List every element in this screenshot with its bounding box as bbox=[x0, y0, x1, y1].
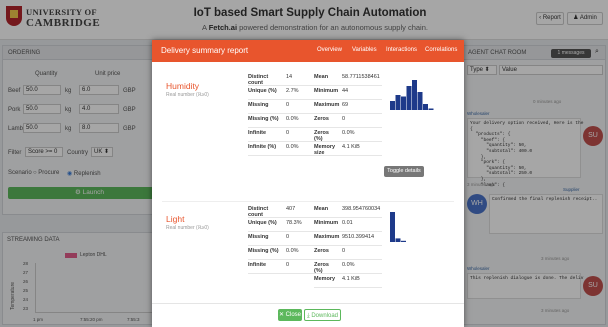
stat-separator bbox=[314, 273, 382, 274]
delivery-report-modal: Delivery summary report Overview Variabl… bbox=[152, 40, 464, 327]
stat-value: 9510.399414 bbox=[342, 234, 375, 240]
histogram-bar bbox=[390, 212, 395, 242]
stat-label: Minimum bbox=[314, 220, 339, 226]
histogram-bar bbox=[417, 92, 423, 110]
stat-label: Unique (%) bbox=[248, 220, 277, 226]
stat-value: 0.0% bbox=[342, 130, 355, 136]
stat-separator bbox=[314, 85, 382, 86]
variable-name: Light bbox=[166, 214, 185, 224]
stat-label: Missing (%) bbox=[248, 248, 279, 254]
stat-value: 58.7711538461 bbox=[342, 74, 380, 80]
humidity-histogram bbox=[390, 80, 434, 110]
variable-humidity: Humidity Real number (ℝ≥0) Toggle detail… bbox=[162, 70, 454, 180]
stat-separator bbox=[314, 99, 382, 100]
stat-label: Memory bbox=[314, 276, 336, 282]
stat-value: 0 bbox=[342, 248, 346, 254]
toggle-details-button[interactable]: Toggle details bbox=[384, 166, 424, 177]
histogram-bar bbox=[401, 96, 406, 110]
nav-overview[interactable]: Overview bbox=[317, 47, 342, 53]
stat-label: Maximum bbox=[314, 234, 340, 240]
modal-header: Delivery summary report Overview Variabl… bbox=[152, 40, 464, 62]
histogram-bar bbox=[406, 86, 412, 110]
stat-label: Infinite bbox=[248, 130, 267, 136]
stat-value: 0.01 bbox=[342, 220, 353, 226]
stat-separator bbox=[314, 113, 382, 114]
stat-value: 4.1 KiB bbox=[342, 276, 360, 282]
stat-separator bbox=[314, 259, 382, 260]
modal-title: Delivery summary report bbox=[161, 46, 249, 55]
stat-value: 44 bbox=[342, 88, 349, 94]
histogram-bar bbox=[390, 101, 395, 110]
stat-label: Zeros bbox=[314, 248, 329, 254]
histogram-bar bbox=[401, 240, 406, 242]
stat-separator bbox=[314, 127, 382, 128]
variable-type: Real number (ℝ≥0) bbox=[166, 225, 209, 231]
stat-label: Infinite bbox=[248, 262, 267, 268]
histogram-bar bbox=[423, 104, 428, 110]
histogram-bar bbox=[395, 95, 401, 110]
modal-body: Humidity Real number (ℝ≥0) Toggle detail… bbox=[162, 70, 454, 305]
stat-value: 398.954760034 bbox=[342, 206, 381, 212]
light-histogram bbox=[390, 212, 406, 242]
download-button[interactable]: ⤓ Download bbox=[304, 309, 341, 321]
stat-label: Mean bbox=[314, 206, 329, 212]
stat-value: 4.1 KiB bbox=[342, 144, 360, 150]
stat-value: 0 bbox=[342, 116, 346, 122]
stat-label: Missing bbox=[248, 234, 269, 240]
stat-label: Zeros bbox=[314, 116, 329, 122]
stat-separator bbox=[314, 287, 382, 288]
histogram-bar bbox=[428, 108, 434, 110]
variable-name: Humidity bbox=[166, 81, 200, 91]
stat-label: Minimum bbox=[314, 88, 339, 94]
close-button[interactable]: ✕ Close bbox=[278, 309, 302, 321]
nav-variables[interactable]: Variables bbox=[352, 47, 377, 53]
stat-value: 69 bbox=[342, 102, 349, 108]
stat-separator bbox=[314, 155, 382, 156]
stat-label: Mean bbox=[314, 74, 329, 80]
modal-footer: ✕ Close ⤓ Download bbox=[152, 303, 464, 327]
stat-label: Unique (%) bbox=[248, 88, 277, 94]
stat-label: Missing (%) bbox=[248, 116, 279, 122]
histogram-bar bbox=[395, 238, 401, 242]
histogram-bar bbox=[412, 80, 417, 110]
stat-label: Infinite (%) bbox=[248, 144, 277, 150]
stat-value: 0.0% bbox=[342, 262, 355, 268]
variable-light: Light Real number (ℝ≥0) Distinct count 40… bbox=[162, 201, 454, 305]
variable-type: Real number (ℝ≥0) bbox=[166, 92, 209, 98]
stat-separator bbox=[314, 231, 382, 232]
stat-separator bbox=[314, 141, 382, 142]
stat-separator bbox=[314, 217, 382, 218]
nav-correlations[interactable]: Correlations bbox=[425, 47, 457, 53]
stat-label: Missing bbox=[248, 102, 269, 108]
nav-interactions[interactable]: Interactions bbox=[386, 47, 417, 53]
stat-label: Maximum bbox=[314, 102, 340, 108]
stat-separator bbox=[314, 245, 382, 246]
close-label: Close bbox=[285, 312, 302, 318]
download-label: Download bbox=[311, 313, 338, 319]
